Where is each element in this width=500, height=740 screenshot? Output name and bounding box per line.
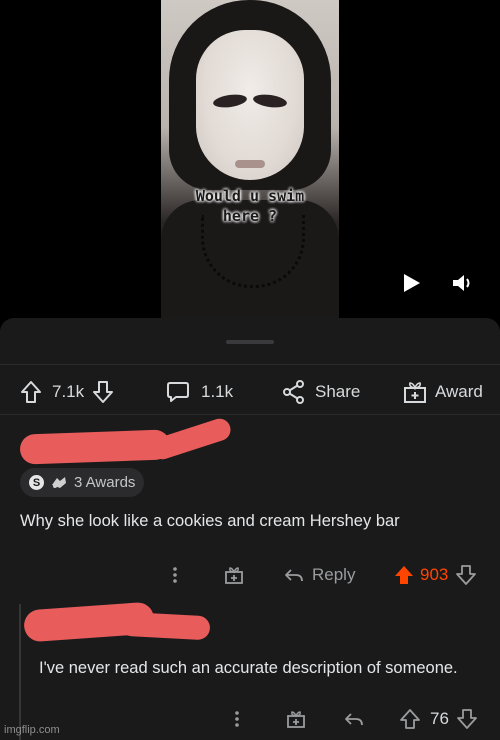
reply-label: Reply: [312, 565, 356, 584]
silver-award-icon: S: [29, 475, 44, 490]
video-caption-line2: here ?: [222, 207, 278, 225]
video-caption: Would u swim here ?: [161, 186, 339, 226]
comment-score: 903: [420, 565, 449, 584]
more-options-icon[interactable]: [168, 565, 182, 585]
volume-icon[interactable]: [452, 273, 474, 293]
reply-arrow-icon[interactable]: [344, 711, 364, 727]
reply-arrow-icon: [285, 569, 303, 582]
reply-button[interactable]: Reply: [284, 565, 355, 585]
downvote-arrow-icon[interactable]: [92, 380, 114, 404]
comment-score: 76: [430, 709, 449, 728]
watermark: imgflip.com: [4, 724, 60, 736]
drag-handle[interactable]: [226, 340, 274, 344]
share-label: Share: [315, 382, 361, 401]
award-label: Award: [435, 382, 483, 401]
video-subject-lips: [235, 160, 265, 168]
upvote-arrow-icon[interactable]: [394, 565, 414, 585]
upvote-arrow-icon[interactable]: [20, 380, 42, 404]
share-button[interactable]: Share: [283, 372, 360, 412]
upvote-arrow-icon[interactable]: [400, 709, 420, 729]
comment-bubble-icon: [167, 382, 189, 402]
comment-action-row: Reply 903: [168, 560, 488, 590]
post-action-bar: 7.1k 1.1k Share Award: [0, 372, 500, 412]
helpful-award-icon: [52, 477, 66, 488]
comment-text: Why she look like a cookies and cream He…: [20, 512, 400, 530]
play-icon[interactable]: [404, 274, 420, 292]
post-upvote-count: 7.1k: [52, 382, 85, 401]
video-player[interactable]: Would u swim here ?: [0, 0, 500, 318]
share-icon: [283, 380, 304, 404]
awards-badge[interactable]: S 3 Awards: [20, 468, 145, 497]
reply-comment-text: I've never read such an accurate descrip…: [39, 659, 458, 677]
more-options-icon[interactable]: [230, 709, 244, 729]
awards-count: 3 Awards: [74, 474, 136, 491]
award-gift-icon[interactable]: [224, 565, 244, 585]
comments-button[interactable]: 1.1k: [166, 372, 233, 412]
divider: [0, 364, 500, 365]
award-button[interactable]: Award: [403, 372, 483, 412]
award-gift-icon[interactable]: [286, 709, 306, 729]
comment-vote-group: 76: [400, 709, 477, 729]
video-subject-face: [196, 30, 304, 180]
video-frame: Would u swim here ?: [161, 0, 339, 318]
vote-group: 7.1k: [20, 372, 114, 412]
redacted-username: [19, 429, 171, 465]
video-caption-line1: Would u swim: [195, 187, 305, 205]
comment-action-row: 76: [230, 704, 490, 734]
thread-line[interactable]: [19, 604, 21, 740]
downvote-arrow-icon[interactable]: [456, 565, 477, 585]
downvote-arrow-icon[interactable]: [457, 709, 477, 729]
comment-vote-group: 903: [394, 565, 477, 585]
divider: [0, 414, 500, 415]
award-gift-icon: [404, 382, 426, 403]
comment-count: 1.1k: [201, 382, 234, 401]
redaction-scribble: [119, 611, 211, 641]
